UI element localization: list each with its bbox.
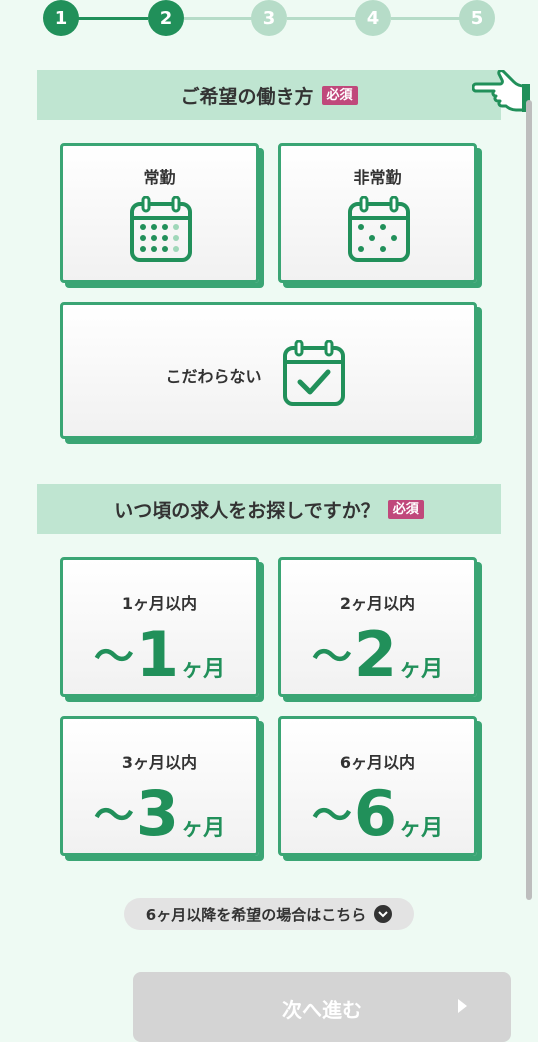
progress-line [287, 17, 356, 20]
option-label: 2ヶ月以内 [339, 594, 416, 613]
option-within-2-months[interactable]: 2ヶ月以内 ～2ヶ月 [278, 557, 477, 697]
option-within-6-months[interactable]: 6ヶ月以内 ～6ヶ月 [278, 716, 477, 856]
duration-unit: ヶ月 [181, 657, 226, 682]
arrow-right-icon [458, 999, 467, 1013]
chevron-down-icon [374, 905, 393, 923]
work-style-header: ご希望の働き方 必須 [37, 70, 501, 120]
calendar-full-icon [130, 196, 192, 262]
duration-number: 3 [135, 777, 180, 850]
option-label: 非常勤 [353, 168, 402, 187]
big-duration: ～1ヶ月 [63, 618, 256, 691]
big-duration: ～6ヶ月 [281, 777, 474, 850]
duration-unit: ヶ月 [399, 657, 444, 682]
duration-unit: ヶ月 [399, 816, 444, 841]
tilde: ～ [311, 793, 352, 839]
more-options-button[interactable]: 6ヶ月以降を希望の場合はこちら [124, 898, 414, 930]
work-style-title: ご希望の働き方 [180, 85, 314, 108]
option-label: 1ヶ月以内 [121, 594, 198, 613]
timing-header: いつ頃の求人をお探しですか？ 必須 [37, 484, 501, 534]
option-label: こだわらない [165, 367, 262, 386]
duration-number: 2 [353, 618, 398, 691]
next-button[interactable]: 次へ進む [133, 972, 511, 1042]
option-within-1-month[interactable]: 1ヶ月以内 ～1ヶ月 [60, 557, 259, 697]
duration-number: 1 [135, 618, 180, 691]
calendar-partial-icon [348, 196, 410, 262]
progress-line [184, 17, 252, 20]
big-duration: ～3ヶ月 [63, 777, 256, 850]
required-badge: 必須 [321, 85, 358, 105]
more-options-label: 6ヶ月以降を希望の場合はこちら [145, 905, 367, 924]
required-badge: 必須 [387, 499, 424, 519]
progress-steps: 1 2 3 4 5 [0, 0, 538, 38]
option-label: 3ヶ月以内 [121, 753, 198, 772]
step-5: 5 [459, 0, 495, 36]
option-no-preference[interactable]: こだわらない [60, 302, 477, 439]
option-label: 6ヶ月以内 [339, 753, 416, 772]
step-4: 4 [355, 0, 391, 36]
next-label: 次へ進む [282, 998, 362, 1022]
step-2: 2 [148, 0, 184, 36]
duration-unit: ヶ月 [181, 816, 226, 841]
option-part-time[interactable]: 非常勤 [278, 143, 477, 283]
tilde: ～ [311, 634, 352, 680]
pointing-hand-icon [472, 70, 530, 112]
progress-line [391, 17, 460, 20]
big-duration: ～2ヶ月 [281, 618, 474, 691]
option-within-3-months[interactable]: 3ヶ月以内 ～3ヶ月 [60, 716, 259, 856]
tilde: ～ [93, 793, 134, 839]
step-3: 3 [251, 0, 287, 36]
calendar-check-icon [283, 340, 345, 406]
option-full-time[interactable]: 常勤 [60, 143, 259, 283]
timing-title: いつ頃の求人をお探しですか？ [114, 499, 380, 522]
scrollbar[interactable] [526, 100, 532, 900]
progress-line [78, 17, 148, 20]
option-label: 常勤 [143, 168, 176, 187]
duration-number: 6 [353, 777, 398, 850]
tilde: ～ [93, 634, 134, 680]
step-1: 1 [43, 0, 79, 36]
